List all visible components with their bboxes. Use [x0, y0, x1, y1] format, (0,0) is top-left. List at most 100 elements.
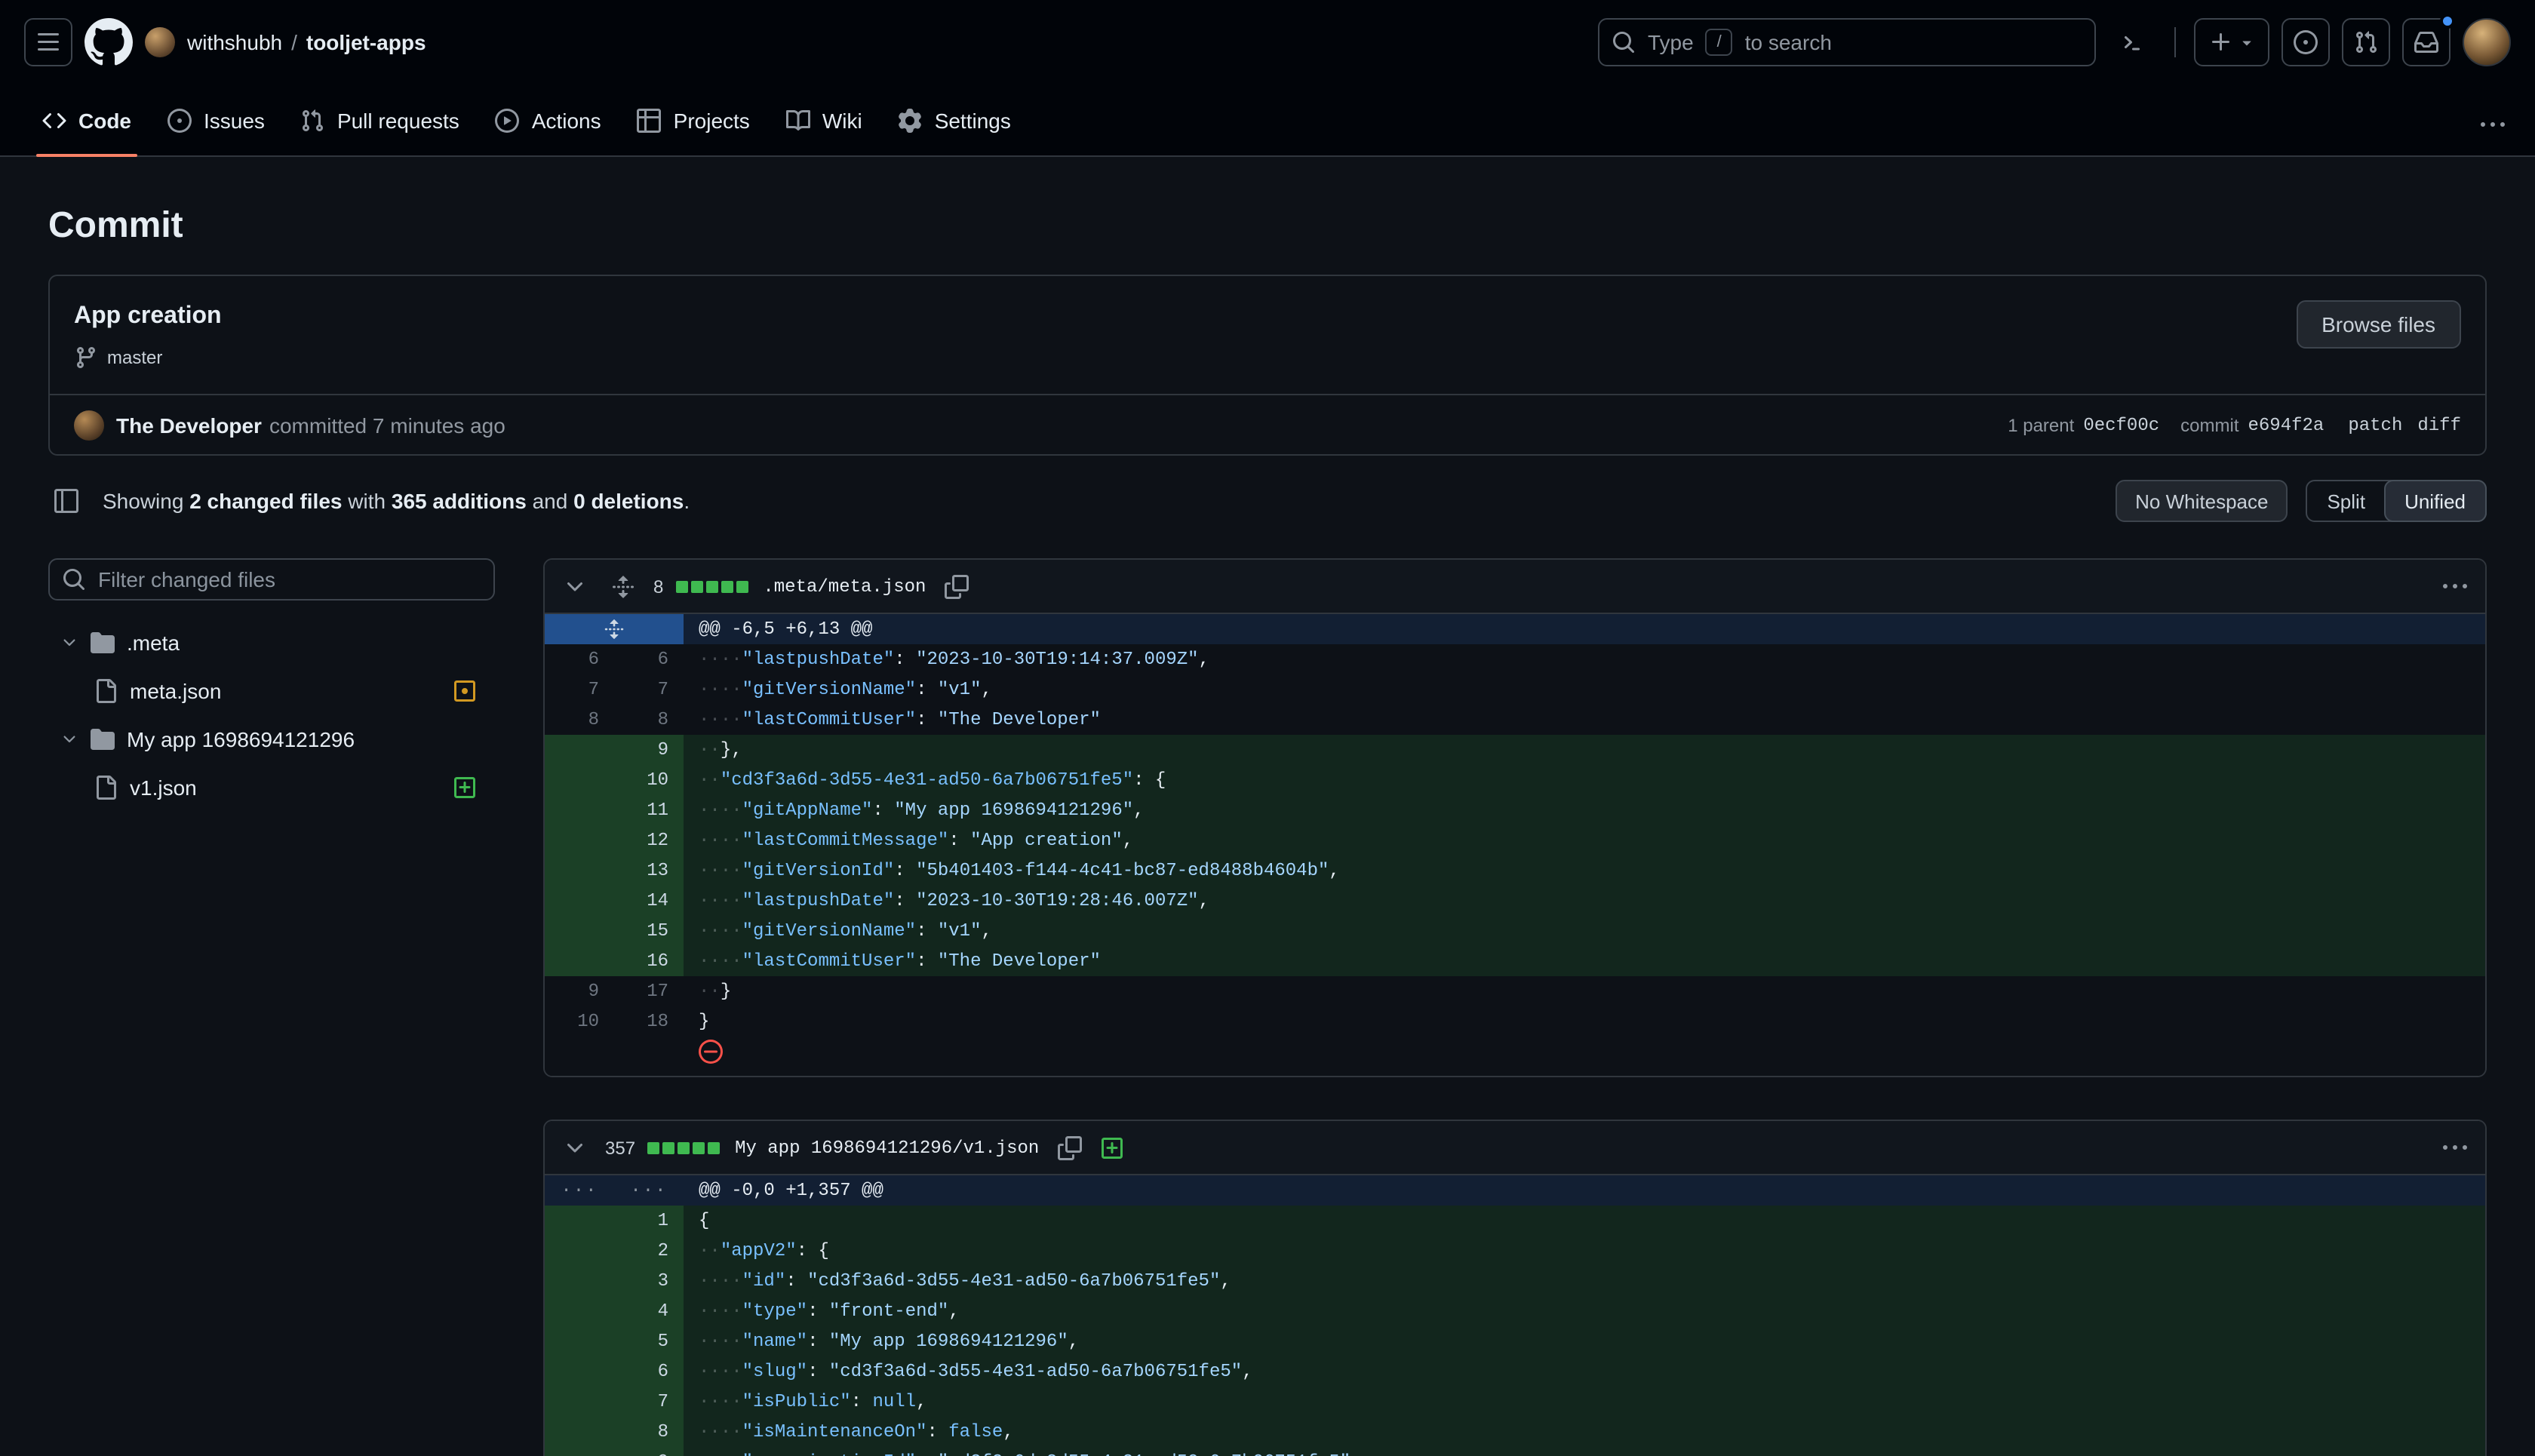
- collapse-file-button[interactable]: [557, 1129, 593, 1166]
- diffstat-square: [721, 580, 733, 592]
- pull-requests-dashboard-button[interactable]: [2342, 18, 2390, 66]
- hamburger-menu-button[interactable]: [24, 18, 72, 66]
- new-line-number[interactable]: 16: [614, 946, 684, 976]
- tab-projects[interactable]: Projects: [619, 86, 768, 155]
- file-options-button[interactable]: [2437, 1129, 2473, 1166]
- view-option-split[interactable]: Split: [2307, 481, 2385, 521]
- new-line-number[interactable]: 2: [614, 1236, 684, 1266]
- nav-overflow-button[interactable]: [2475, 107, 2511, 143]
- breadcrumb-repo-link[interactable]: tooljet-apps: [306, 30, 426, 54]
- old-line-number[interactable]: [545, 946, 614, 976]
- diff-line: 1018}: [545, 1006, 2485, 1037]
- new-line-number[interactable]: 9: [614, 735, 684, 765]
- diff-line: 5····"name": "My app 1698694121296",: [545, 1326, 2485, 1356]
- old-line-number[interactable]: [545, 795, 614, 825]
- new-line-number[interactable]: 3: [614, 1266, 684, 1296]
- issues-dashboard-button[interactable]: [2282, 18, 2330, 66]
- toggle-file-tree-button[interactable]: [48, 483, 84, 519]
- new-line-number[interactable]: 8: [614, 1417, 684, 1447]
- new-line-number[interactable]: 1: [614, 1206, 684, 1236]
- tab-issues[interactable]: Issues: [149, 86, 283, 155]
- diff-line: 15····"gitVersionName": "v1",: [545, 916, 2485, 946]
- old-line-number[interactable]: [545, 855, 614, 886]
- filter-changed-files-input[interactable]: [98, 567, 481, 591]
- old-line-number[interactable]: [545, 1387, 614, 1417]
- breadcrumb-separator: /: [291, 30, 297, 54]
- old-line-number[interactable]: [545, 1417, 614, 1447]
- issue-opened-icon: [2294, 30, 2318, 54]
- file-options-button[interactable]: [2437, 568, 2473, 604]
- browse-files-button[interactable]: Browse files: [2296, 300, 2461, 349]
- tree-file-v1.json[interactable]: v1.json: [48, 763, 495, 812]
- new-line-number[interactable]: 7: [614, 1387, 684, 1417]
- new-line-number[interactable]: 6: [614, 1356, 684, 1387]
- old-line-number[interactable]: 9: [545, 976, 614, 1006]
- diff-filename[interactable]: My app 1698694121296/v1.json: [735, 1137, 1039, 1158]
- copy-file-path-button[interactable]: [938, 568, 974, 604]
- expand-hunk-button[interactable]: [545, 614, 684, 644]
- command-palette-button[interactable]: [2108, 18, 2156, 66]
- user-avatar[interactable]: [2463, 18, 2511, 66]
- notifications-button[interactable]: [2402, 18, 2450, 66]
- parent-sha-link[interactable]: 0ecf00c: [2083, 414, 2159, 435]
- old-line-number[interactable]: 8: [545, 705, 614, 735]
- copy-file-path-button[interactable]: [1051, 1129, 1087, 1166]
- whitespace-toggle-button[interactable]: No Whitespace: [2116, 480, 2288, 522]
- new-line-number[interactable]: 15: [614, 916, 684, 946]
- old-line-number[interactable]: [545, 1206, 614, 1236]
- new-line-number[interactable]: 8: [614, 705, 684, 735]
- old-line-number[interactable]: [545, 1447, 614, 1456]
- tab-code[interactable]: Code: [24, 86, 149, 155]
- old-line-number[interactable]: [545, 825, 614, 855]
- old-line-number[interactable]: [545, 765, 614, 795]
- tree-folder-.meta[interactable]: .meta: [48, 619, 495, 667]
- commit-author[interactable]: The Developer: [116, 413, 262, 437]
- old-line-number[interactable]: [545, 1236, 614, 1266]
- new-line-number[interactable]: 14: [614, 886, 684, 916]
- tab-actions[interactable]: Actions: [478, 86, 619, 155]
- breadcrumb-owner-link[interactable]: withshubh: [187, 30, 282, 54]
- patch-link[interactable]: patch: [2348, 414, 2402, 435]
- diff-line: 2··"appV2": {: [545, 1236, 2485, 1266]
- new-line-number[interactable]: 6: [614, 644, 684, 674]
- new-line-number[interactable]: 13: [614, 855, 684, 886]
- old-line-number[interactable]: [545, 1266, 614, 1296]
- diffstat-square: [675, 580, 687, 592]
- old-line-number[interactable]: [545, 1296, 614, 1326]
- collapse-file-button[interactable]: [557, 568, 593, 604]
- new-line-number[interactable]: 7: [614, 674, 684, 705]
- global-search-input[interactable]: Type / to search: [1598, 18, 2096, 66]
- old-line-number[interactable]: [545, 916, 614, 946]
- old-line-number[interactable]: [545, 735, 614, 765]
- new-line-number[interactable]: 10: [614, 765, 684, 795]
- tab-pull-requests[interactable]: Pull requests: [283, 86, 478, 155]
- tree-folder-my-app-1698694121296[interactable]: My app 1698694121296: [48, 715, 495, 763]
- modified-file-badge: [453, 679, 477, 703]
- old-line-number[interactable]: 7: [545, 674, 614, 705]
- new-line-number[interactable]: 11: [614, 795, 684, 825]
- new-line-number[interactable]: 18: [614, 1006, 684, 1037]
- new-line-number[interactable]: 9: [614, 1447, 684, 1456]
- three-bars-icon: [36, 30, 60, 54]
- expand-all-button[interactable]: [605, 568, 641, 604]
- diff-filename[interactable]: .meta/meta.json: [763, 576, 926, 597]
- diff-link[interactable]: diff: [2417, 414, 2461, 435]
- old-line-number[interactable]: 6: [545, 644, 614, 674]
- new-line-number[interactable]: 12: [614, 825, 684, 855]
- old-line-number[interactable]: [545, 886, 614, 916]
- tab-wiki[interactable]: Wiki: [768, 86, 880, 155]
- tab-settings[interactable]: Settings: [880, 86, 1029, 155]
- tree-file-meta.json[interactable]: meta.json: [48, 667, 495, 715]
- new-line-number[interactable]: 5: [614, 1326, 684, 1356]
- new-line-number[interactable]: 4: [614, 1296, 684, 1326]
- old-line-number[interactable]: 10: [545, 1006, 614, 1037]
- breadcrumb: withshubh / tooljet-apps: [187, 30, 426, 54]
- old-line-number[interactable]: [545, 1356, 614, 1387]
- new-line-number[interactable]: 17: [614, 976, 684, 1006]
- old-line-number[interactable]: [545, 1326, 614, 1356]
- plus-icon: [2208, 30, 2232, 54]
- added-file-badge: [1099, 1135, 1123, 1160]
- view-option-unified[interactable]: Unified: [2383, 480, 2487, 522]
- create-new-button[interactable]: [2194, 18, 2269, 66]
- diff-code: ··}: [684, 976, 2485, 1006]
